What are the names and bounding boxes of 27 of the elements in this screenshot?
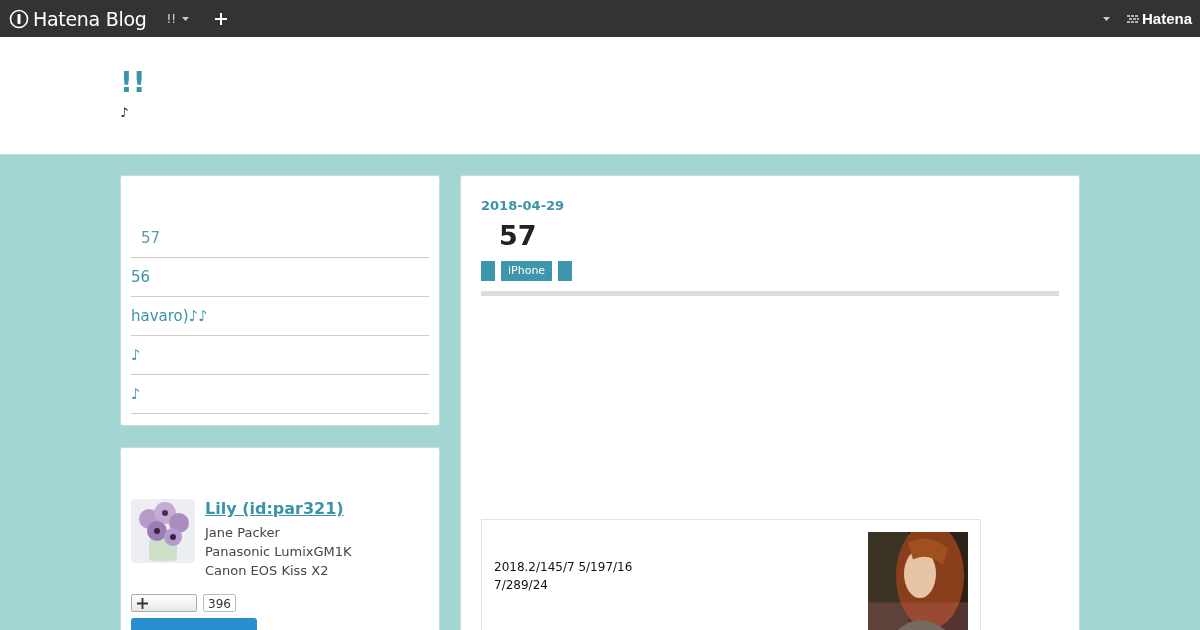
caret-icon <box>182 16 190 21</box>
profile-text: Panasonic LumixGM1K <box>205 543 352 561</box>
entry-link[interactable]: ♪ <box>131 346 141 364</box>
embed-text: 7/289/24 <box>494 577 549 594</box>
profile-text: Jane Packer <box>205 524 281 542</box>
category-tag[interactable]: iPhone <box>501 261 553 281</box>
category-tag[interactable] <box>558 261 573 281</box>
entry-link[interactable]: ♪ <box>131 385 141 403</box>
follower-count: 396 <box>203 594 236 612</box>
blog-description: ♪ <box>120 105 130 120</box>
entry-link[interactable]: 57 <box>131 229 161 247</box>
profile-name-link[interactable]: Lily (id:par321) <box>205 499 352 518</box>
hatena-link[interactable]: Hatena <box>1125 10 1192 27</box>
profile-text: Canon EOS Kiss X2 <box>205 562 330 580</box>
plus-icon <box>137 597 148 609</box>
brand-link[interactable]: Hatena Blog <box>33 7 147 30</box>
entry-date[interactable]: 2018-04-29 <box>481 198 1059 213</box>
follow-button[interactable] <box>131 594 197 612</box>
blog-menu[interactable]: !! <box>166 11 190 26</box>
blog-title[interactable]: !! <box>120 67 1080 99</box>
plus-icon[interactable] <box>215 12 228 25</box>
entry-link[interactable]: havaro)♪♪ <box>131 307 208 325</box>
logo-icon[interactable] <box>9 8 29 29</box>
entry-title[interactable]: 57 <box>481 219 1059 253</box>
caret-icon[interactable] <box>1102 16 1110 21</box>
entry-link[interactable]: 56 <box>131 268 151 286</box>
embed-text: 2018.2/145/7 5/197/16 <box>494 559 633 576</box>
